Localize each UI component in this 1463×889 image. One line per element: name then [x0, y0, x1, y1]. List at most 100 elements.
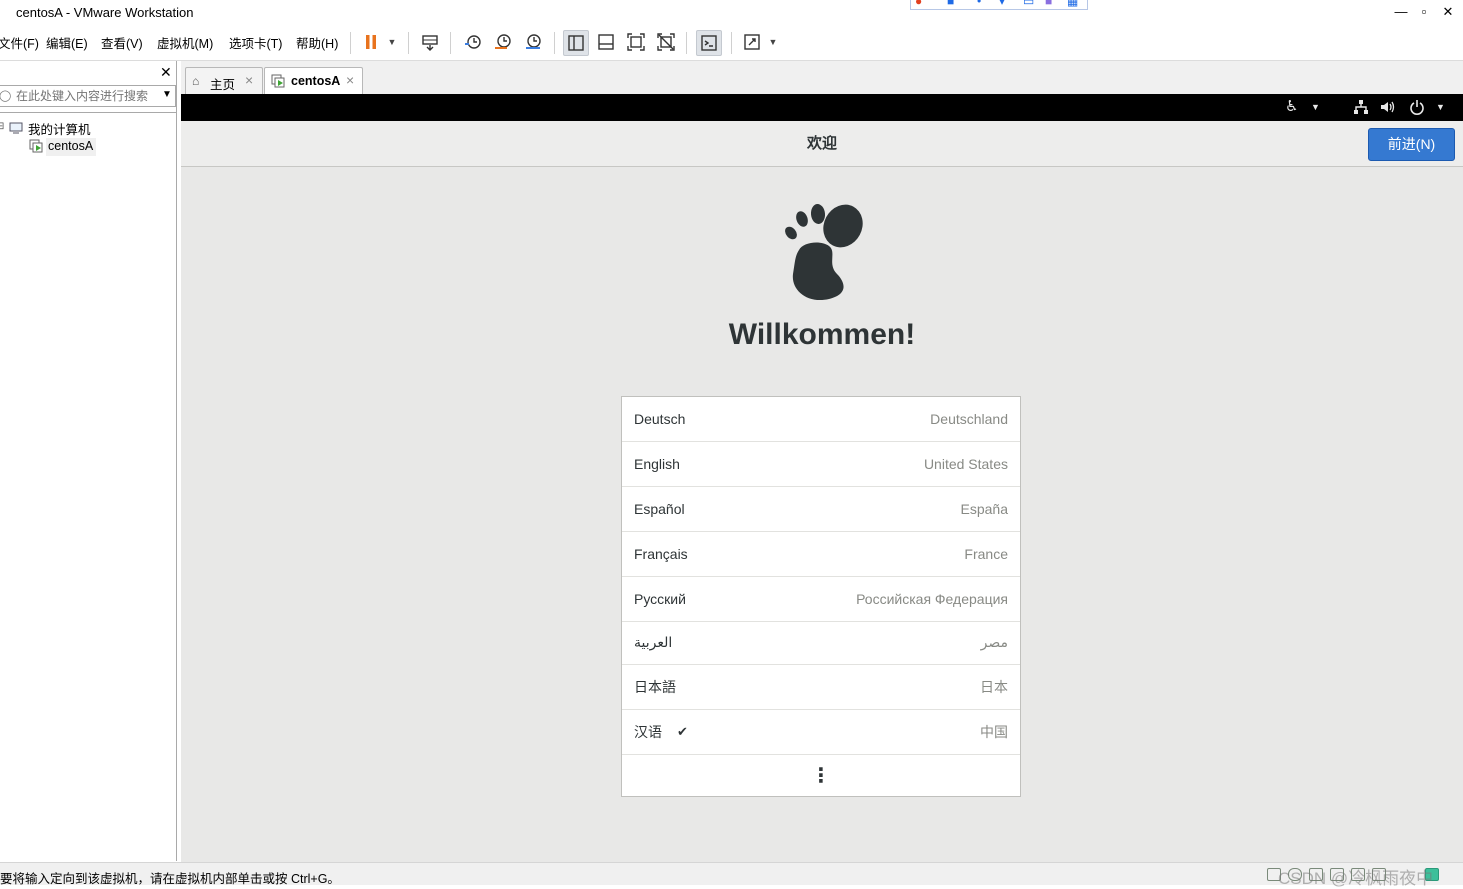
- accessibility-dropdown-icon[interactable]: ▼: [1311, 99, 1320, 115]
- menu-vm[interactable]: 虚拟机(M): [157, 33, 213, 52]
- language-region: España: [960, 501, 1008, 517]
- language-region: 中国: [980, 724, 1008, 740]
- toolbar-divider: [408, 32, 409, 54]
- pause-dropdown-icon[interactable]: ▼: [387, 32, 397, 52]
- ime-punct-icon[interactable]: •: [977, 0, 981, 8]
- language-row[interactable]: English United States: [622, 442, 1020, 487]
- language-row[interactable]: Русский Российская Федерация: [622, 577, 1020, 622]
- volume-icon[interactable]: [1379, 99, 1395, 115]
- library-panel: ✕ ◯ ▼ ⊟ 我的计算机 centosA: [0, 61, 177, 861]
- language-region: Российская Федерация: [856, 591, 1008, 607]
- status-message: 要将输入定向到该虚拟机，请在虚拟机内部单击或按 Ctrl+G。: [0, 872, 340, 886]
- welcome-header-bar: 欢迎 前进(N): [181, 121, 1463, 167]
- next-button[interactable]: 前进(N): [1368, 128, 1455, 161]
- more-languages-button[interactable]: ⋮: [622, 755, 1020, 796]
- checkmark-icon: ✔: [677, 724, 688, 739]
- language-name: العربية: [634, 634, 673, 650]
- language-row-selected[interactable]: 汉语 ✔ 中国: [622, 710, 1020, 755]
- ime-keyboard-icon[interactable]: ▭: [1023, 0, 1034, 8]
- pause-icon[interactable]: [359, 30, 383, 54]
- ime-voice-icon[interactable]: ▾: [999, 0, 1005, 8]
- accessibility-icon[interactable]: ♿: [1285, 99, 1298, 115]
- toolbar-divider: [350, 32, 351, 54]
- window-title-bar: centosA - VMware Workstation ● ■ • ▾ ▭ ■…: [0, 0, 1463, 24]
- vm-running-icon: [29, 139, 43, 153]
- language-name: 日本語: [634, 679, 676, 695]
- tree-collapse-icon[interactable]: ⊟: [0, 121, 4, 132]
- toolbar-divider: [450, 32, 451, 54]
- full-screen-icon[interactable]: [624, 30, 648, 54]
- language-row[interactable]: Français France: [622, 532, 1020, 577]
- language-region: 日本: [980, 679, 1008, 695]
- vm-running-icon: [271, 74, 285, 88]
- language-region: France: [964, 546, 1008, 562]
- computer-icon: [9, 121, 23, 134]
- library-divider: [0, 112, 176, 113]
- tree-item-centosa[interactable]: centosA: [48, 139, 93, 153]
- language-row[interactable]: Deutsch Deutschland: [622, 397, 1020, 442]
- revert-snapshot-icon[interactable]: [491, 30, 515, 54]
- menu-view[interactable]: 查看(V): [101, 33, 143, 52]
- more-icon: ⋮: [811, 765, 831, 787]
- snapshot-manager-icon[interactable]: [521, 30, 545, 54]
- language-name: Русский: [634, 591, 686, 607]
- menu-help[interactable]: 帮助(H): [296, 33, 338, 52]
- unity-icon[interactable]: [654, 30, 678, 54]
- tree-item-my-computer[interactable]: 我的计算机: [28, 119, 91, 138]
- toolbar-divider: [554, 32, 555, 54]
- ime-logo-icon[interactable]: ●: [915, 0, 922, 8]
- minimize-icon[interactable]: —: [1393, 4, 1409, 20]
- network-icon[interactable]: [1353, 99, 1369, 115]
- stretch-dropdown-icon[interactable]: ▼: [768, 32, 778, 52]
- maximize-icon[interactable]: ▫: [1416, 4, 1432, 20]
- power-dropdown-icon[interactable]: ▼: [1436, 99, 1445, 115]
- tab-close-icon[interactable]: ×: [245, 72, 253, 88]
- language-row[interactable]: Español España: [622, 487, 1020, 532]
- thumbnail-bar-icon[interactable]: [594, 30, 618, 54]
- menu-toolbar: 文件(F) 编辑(E) 查看(V) 虚拟机(M) 选项卡(T) 帮助(H) ▼ …: [0, 24, 1463, 61]
- language-row[interactable]: العربية مصر: [622, 622, 1020, 665]
- menu-file[interactable]: 文件(F): [0, 33, 39, 52]
- ime-menu-icon[interactable]: ▦: [1067, 0, 1078, 8]
- menu-edit[interactable]: 编辑(E): [46, 33, 88, 52]
- power-icon[interactable]: [1409, 99, 1425, 115]
- language-row[interactable]: 日本語 日本: [622, 665, 1020, 710]
- ime-toolbar[interactable]: ● ■ • ▾ ▭ ■ ▦: [910, 0, 1088, 10]
- welcome-heading: Willkommen!: [728, 318, 916, 351]
- language-region: Deutschland: [930, 411, 1008, 427]
- language-region: United States: [923, 456, 1008, 472]
- close-library-icon[interactable]: ✕: [160, 64, 172, 81]
- console-view-icon[interactable]: [696, 30, 722, 56]
- guest-top-bar: ♿ ▼ ▼: [181, 94, 1463, 121]
- language-name: Français: [634, 546, 688, 562]
- stretch-icon[interactable]: [740, 30, 764, 54]
- language-name: Deutsch: [634, 411, 686, 427]
- search-input[interactable]: [16, 89, 156, 103]
- language-name: English: [634, 456, 680, 472]
- window-title: centosA - VMware Workstation: [16, 5, 194, 20]
- home-icon: ⌂: [192, 74, 200, 88]
- snapshot-icon[interactable]: [461, 30, 485, 54]
- tab-home[interactable]: ⌂ 主页 ×: [185, 67, 263, 94]
- tab-centosa[interactable]: centosA ×: [264, 67, 363, 94]
- ime-mode-icon[interactable]: ■: [947, 0, 954, 8]
- tab-close-icon[interactable]: ×: [346, 72, 354, 88]
- library-search-box[interactable]: ◯ ▼: [0, 85, 176, 107]
- tab-strip: ⌂ 主页 × centosA ×: [181, 61, 1463, 94]
- watermark-text: CSDN @冷枫雨夜中: [1278, 869, 1434, 888]
- close-icon[interactable]: ✕: [1440, 4, 1456, 20]
- status-bar: 要将输入定向到该虚拟机，请在虚拟机内部单击或按 Ctrl+G。 CSDN @冷枫…: [0, 862, 1463, 888]
- tab-centosa-label: centosA: [291, 74, 341, 88]
- tab-home-label: 主页: [210, 78, 236, 92]
- search-dropdown-icon[interactable]: ▼: [162, 89, 172, 100]
- language-name: 汉语: [634, 724, 662, 740]
- language-region: مصر: [980, 634, 1008, 650]
- language-list: Deutsch Deutschland English United State…: [621, 396, 1021, 797]
- gnome-foot-logo-icon: [783, 202, 865, 302]
- toolbar-divider: [731, 32, 732, 54]
- send-ctrl-alt-del-icon[interactable]: [418, 30, 442, 54]
- show-library-icon[interactable]: [563, 30, 589, 56]
- search-icon: ◯: [0, 90, 12, 102]
- ime-skin-icon[interactable]: ■: [1045, 0, 1052, 8]
- menu-tabs[interactable]: 选项卡(T): [229, 33, 282, 52]
